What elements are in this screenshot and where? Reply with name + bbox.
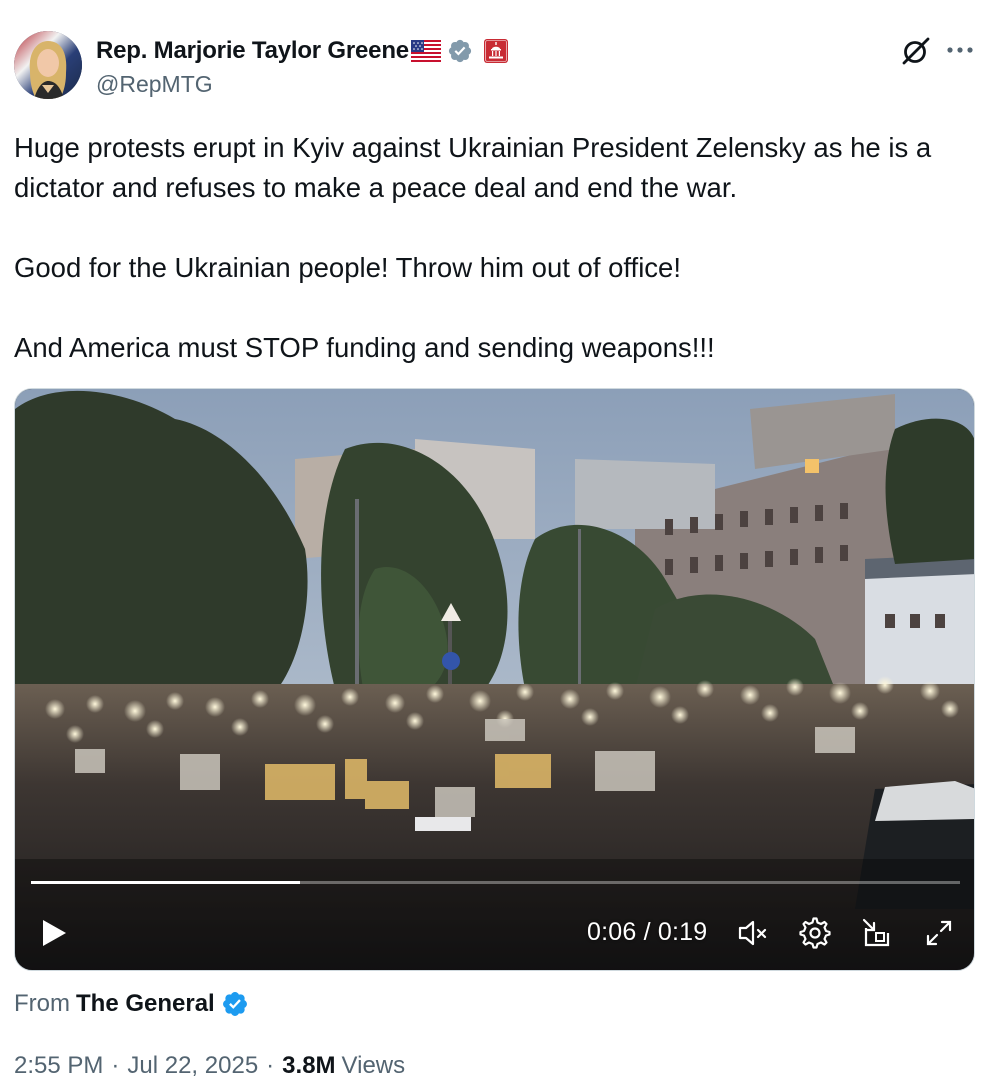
more-dots-icon[interactable]: [944, 37, 976, 63]
tweet-text: Huge protests erupt in Kyiv against Ukra…: [14, 132, 932, 363]
verified-blue-icon: [221, 990, 249, 1018]
views-count: 3.8M: [282, 1052, 336, 1079]
source-prefix: From: [14, 990, 70, 1017]
video-player[interactable]: 0:06 / 0:19: [14, 388, 975, 971]
views-label: Views: [341, 1052, 406, 1079]
play-icon[interactable]: [39, 917, 69, 949]
pip-icon[interactable]: [860, 916, 894, 950]
tweet-time[interactable]: 2:55 PM: [14, 1052, 103, 1080]
tweet-header: Rep. Marjorie Taylor Greene @RepMTG: [14, 31, 978, 101]
source-account-link[interactable]: The General: [76, 990, 215, 1018]
video-time: 0:06 / 0:19: [587, 918, 708, 946]
settings-gear-icon[interactable]: [798, 916, 832, 950]
author-display-name[interactable]: Rep. Marjorie Taylor Greene: [96, 37, 409, 65]
tweet-meta: 2:55 PM · Jul 22, 2025 · 3.8M Views: [14, 1052, 405, 1080]
video-source-attribution: From The General: [14, 988, 249, 1020]
video-scrubber[interactable]: [31, 881, 960, 884]
separator-dot: ·: [111, 1052, 120, 1079]
video-progress-fill: [31, 881, 301, 884]
verified-gray-icon[interactable]: [447, 38, 473, 64]
tweet-date[interactable]: Jul 22, 2025: [127, 1052, 258, 1080]
grok-icon[interactable]: [900, 35, 932, 67]
author-name-row: Rep. Marjorie Taylor Greene: [96, 34, 509, 68]
avatar[interactable]: [14, 31, 82, 99]
video-controls: 0:06 / 0:19: [15, 890, 974, 970]
mute-icon[interactable]: [736, 916, 770, 950]
author-handle[interactable]: @RepMTG: [96, 71, 213, 98]
us-flag-icon: [410, 40, 441, 62]
fullscreen-icon[interactable]: [922, 916, 956, 950]
government-building-icon[interactable]: [483, 38, 509, 64]
separator-dot: ·: [266, 1052, 275, 1079]
